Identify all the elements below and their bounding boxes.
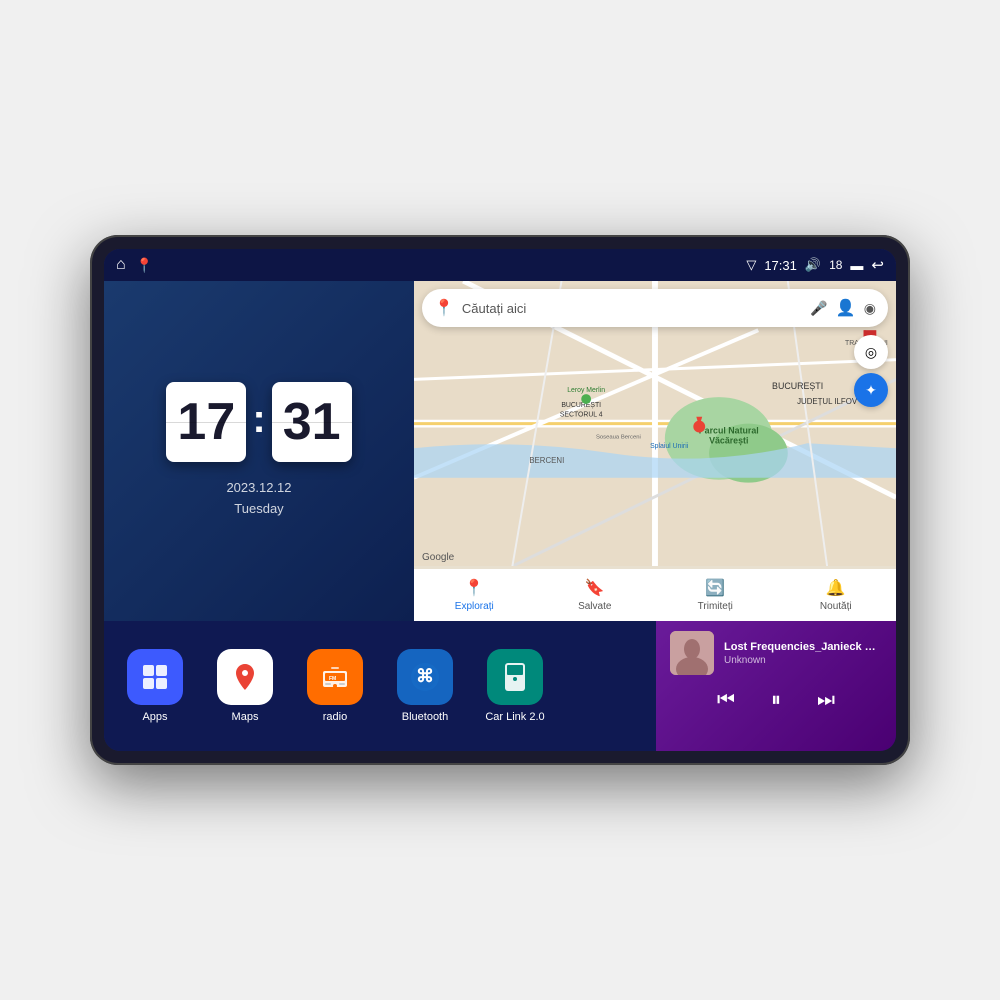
map-nav-share[interactable]: 🔄 Trimiteți [655,578,776,612]
svg-text:BUCUREȘTI: BUCUREȘTI [772,381,823,391]
device-screen: ⌂ 📍 ▽ 17:31 🔊 18 ▬ ↩ 17 : [104,249,896,751]
status-time: 17:31 [764,258,797,273]
carlink-icon [487,649,543,705]
bluetooth-icon: ⌘ [397,649,453,705]
map-search-icons: 🎤 👤 ◉ [810,298,876,318]
app-item-apps[interactable]: Apps [120,649,190,723]
map-search-bar[interactable]: 📍 Căutați aici 🎤 👤 ◉ [422,289,888,327]
music-panel: Lost Frequencies_Janieck Devy-... Unknow… [656,621,896,751]
back-icon[interactable]: ↩ [871,256,884,274]
svg-text:⌘: ⌘ [416,666,434,686]
radio-icon: FM [307,649,363,705]
svg-text:JUDEȚUL ILFOV: JUDEȚUL ILFOV [797,397,858,406]
date-display: 2023.12.12 [226,478,291,499]
status-left-icons: ⌂ 📍 [116,256,153,274]
explore-icon: 📍 [464,578,484,598]
map-nav-saved[interactable]: 🔖 Salvate [535,578,656,612]
map-search-text[interactable]: Căutați aici [462,301,803,316]
clock-panel: 17 : 31 2023.12.12 Tuesday [104,281,414,621]
clock-minutes: 31 [272,382,352,462]
music-artist: Unknown [724,655,882,666]
svg-text:BERCENI: BERCENI [529,456,564,465]
main-content: 17 : 31 2023.12.12 Tuesday [104,281,896,751]
account-icon[interactable]: 👤 [836,298,856,318]
svg-text:Leroy Merlin: Leroy Merlin [567,387,605,394]
flip-clock: 17 : 31 [166,382,351,462]
status-right-icons: ▽ 17:31 🔊 18 ▬ ↩ [746,256,884,274]
date-info: 2023.12.12 Tuesday [226,478,291,520]
volume-icon: 🔊 [805,257,821,273]
svg-text:Văcărești: Văcărești [709,435,748,445]
map-nav-news[interactable]: 🔔 Noutăți [776,578,897,612]
day-display: Tuesday [226,499,291,520]
map-panel[interactable]: Parcul Natural Văcărești BUCUREȘTI JUDEȚ… [414,281,896,621]
svg-text:Soseaua Berceni: Soseaua Berceni [596,434,641,440]
prev-button[interactable]: ⏮ [713,685,739,716]
bottom-section: Apps Maps [104,621,896,751]
battery-icon: ▬ [850,258,863,273]
battery-level: 18 [829,258,842,272]
maps-status-icon[interactable]: 📍 [136,257,153,274]
radio-label: radio [323,711,347,723]
top-section: 17 : 31 2023.12.12 Tuesday [104,281,896,621]
google-logo: Google [422,552,454,563]
maps-icon-bg [217,649,273,705]
news-icon: 🔔 [826,578,846,598]
voice-search-icon[interactable]: 🎤 [810,300,827,317]
music-text: Lost Frequencies_Janieck Devy-... Unknow… [724,641,882,666]
map-nav-explore[interactable]: 📍 Explorați [414,578,535,612]
svg-text:SECTORUL 4: SECTORUL 4 [560,412,603,419]
home-icon[interactable]: ⌂ [116,256,126,274]
saved-icon: 🔖 [585,578,605,598]
clock-hours: 17 [166,382,246,462]
bluetooth-label: Bluetooth [402,711,448,723]
music-controls: ⏮ ⏸ ⏭ [670,685,882,716]
status-bar: ⌂ 📍 ▽ 17:31 🔊 18 ▬ ↩ [104,249,896,281]
next-button[interactable]: ⏭ [813,685,839,716]
apps-panel: Apps Maps [104,621,656,751]
play-pause-button[interactable]: ⏸ [767,685,785,716]
carlink-label: Car Link 2.0 [485,711,544,723]
location-button[interactable]: ◎ [854,335,888,369]
news-label: Noutăți [820,601,852,612]
explore-label: Explorați [455,601,494,612]
app-item-bluetooth[interactable]: ⌘ Bluetooth [390,649,460,723]
google-maps-icon: 📍 [434,298,454,318]
clock-colon: : [252,397,265,442]
apps-icon [127,649,183,705]
svg-text:FM: FM [329,676,336,682]
music-title: Lost Frequencies_Janieck Devy-... [724,641,882,653]
maps-label: Maps [232,711,259,723]
svg-text:Splaiul Unirii: Splaiul Unirii [650,443,689,450]
signal-icon: ▽ [746,257,756,273]
app-item-radio[interactable]: FM radio [300,649,370,723]
music-thumbnail-image [670,631,714,675]
app-item-carlink[interactable]: Car Link 2.0 [480,649,550,723]
map-controls: ◎ ✦ [854,335,888,407]
navigate-button[interactable]: ✦ [854,373,888,407]
layers-icon[interactable]: ◉ [864,300,876,317]
car-infotainment-device: ⌂ 📍 ▽ 17:31 🔊 18 ▬ ↩ 17 : [90,235,910,765]
app-item-maps[interactable]: Maps [210,649,280,723]
svg-text:BUCUREȘTI: BUCUREȘTI [561,402,601,409]
share-label: Trimiteți [698,601,733,612]
map-nav-bar: 📍 Explorați 🔖 Salvate 🔄 Trimiteți � [414,569,896,621]
svg-text:Parcul Natural: Parcul Natural [699,425,759,435]
music-thumbnail [670,631,714,675]
apps-label: Apps [142,711,167,723]
saved-label: Salvate [578,601,611,612]
share-icon: 🔄 [705,578,725,598]
music-info: Lost Frequencies_Janieck Devy-... Unknow… [670,631,882,675]
